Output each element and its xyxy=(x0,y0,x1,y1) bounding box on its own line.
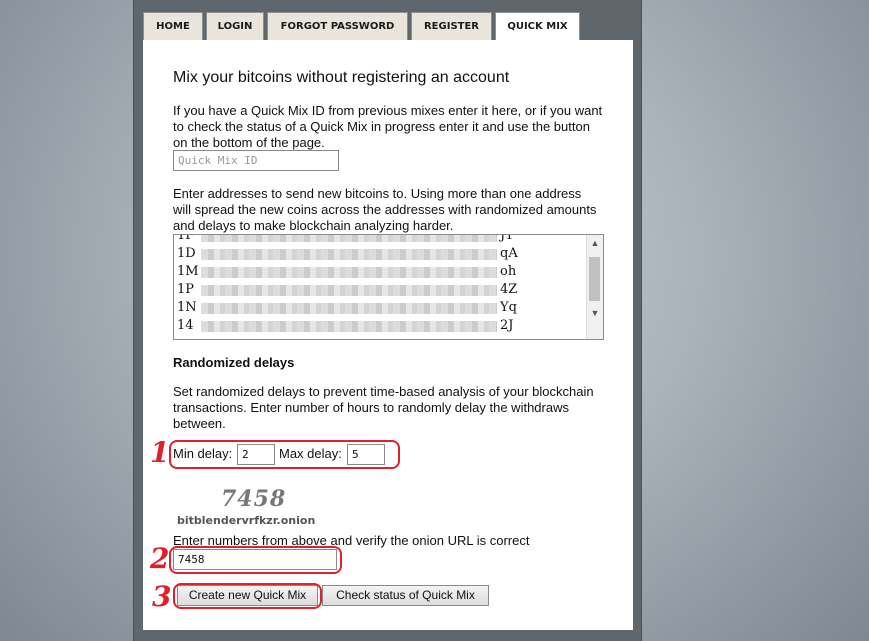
redacted-address xyxy=(201,267,497,278)
step-1-marker: 1 xyxy=(150,436,170,469)
tab-home[interactable]: HOME xyxy=(143,12,203,40)
address-line: 1N Yq xyxy=(177,299,589,317)
addresses-intro-line: and delays to make blockchain analyzing … xyxy=(173,218,454,233)
address-suffix: 2J xyxy=(500,318,514,333)
scroll-thumb[interactable] xyxy=(589,257,600,301)
intro-line: to check the status of a Quick Mix in pr… xyxy=(173,119,590,134)
addresses-textarea[interactable]: 1F J1 1D qA 1M oh 1P 4Z 1N Yq 14 2J ▲ ▼ xyxy=(173,234,604,340)
address-suffix: 4Z xyxy=(500,282,518,297)
address-suffix: J1 xyxy=(500,234,514,243)
step-2-highlight xyxy=(169,546,342,574)
site-frame: HOME LOGIN FORGOT PASSWORD REGISTER QUIC… xyxy=(133,0,642,641)
address-prefix: 14 xyxy=(177,318,194,333)
tab-register[interactable]: REGISTER xyxy=(411,12,492,40)
delays-intro: Set randomized delays to prevent time-ba… xyxy=(173,384,613,432)
check-status-button[interactable]: Check status of Quick Mix xyxy=(322,585,489,606)
step-2-marker: 2 xyxy=(150,542,170,575)
address-line: 1F J1 xyxy=(177,234,589,245)
intro-line: on the bottom of the page. xyxy=(173,135,325,150)
address-prefix: 1M xyxy=(177,264,199,279)
main-panel: Mix your bitcoins without registering an… xyxy=(143,40,633,630)
address-prefix: 1N xyxy=(177,300,197,315)
quickmix-intro: If you have a Quick Mix ID from previous… xyxy=(173,103,613,151)
address-line: 1M oh xyxy=(177,263,589,281)
address-suffix: Yq xyxy=(500,300,517,315)
address-prefix: 1D xyxy=(177,246,196,261)
scroll-up-icon[interactable]: ▲ xyxy=(587,235,603,251)
intro-line: If you have a Quick Mix ID from previous… xyxy=(173,103,603,118)
address-prefix: 1P xyxy=(177,282,195,297)
addresses-intro-line: will spread the new coins across the add… xyxy=(173,202,597,217)
address-line: 1D qA xyxy=(177,245,589,263)
captcha-image: 7458 xyxy=(221,486,287,512)
step-3-marker: 3 xyxy=(152,580,172,613)
address-suffix: oh xyxy=(500,264,517,279)
tab-quick-mix[interactable]: QUICK MIX xyxy=(495,12,580,42)
redacted-address xyxy=(201,235,497,242)
addresses-intro-line: Enter addresses to send new bitcoins to.… xyxy=(173,186,582,201)
page-title: Mix your bitcoins without registering an… xyxy=(173,69,510,86)
scroll-down-icon[interactable]: ▼ xyxy=(587,305,603,321)
redacted-address xyxy=(201,321,497,332)
delays-intro-line: Set randomized delays to prevent time-ba… xyxy=(173,384,594,399)
captcha-onion-url: bitblendervrfkzr.onion xyxy=(177,514,316,527)
delays-heading: Randomized delays xyxy=(173,355,295,370)
redacted-address xyxy=(201,285,497,296)
redacted-address xyxy=(201,249,497,260)
tab-forgot-password[interactable]: FORGOT PASSWORD xyxy=(267,12,408,40)
redacted-address xyxy=(201,303,497,314)
step-3-highlight xyxy=(173,583,322,609)
textarea-scrollbar[interactable]: ▲ ▼ xyxy=(586,235,603,339)
delays-intro-line: between. xyxy=(173,416,226,431)
step-1-highlight xyxy=(169,440,400,469)
quickmix-id-input[interactable]: Quick Mix ID xyxy=(173,150,339,171)
tab-login[interactable]: LOGIN xyxy=(206,12,264,40)
address-prefix: 1F xyxy=(177,234,195,243)
address-line: 14 2J xyxy=(177,317,589,335)
address-suffix: qA xyxy=(500,246,518,261)
addresses-intro: Enter addresses to send new bitcoins to.… xyxy=(173,186,613,234)
delays-intro-line: transactions. Enter number of hours to r… xyxy=(173,400,569,415)
address-line: 1P 4Z xyxy=(177,281,589,299)
